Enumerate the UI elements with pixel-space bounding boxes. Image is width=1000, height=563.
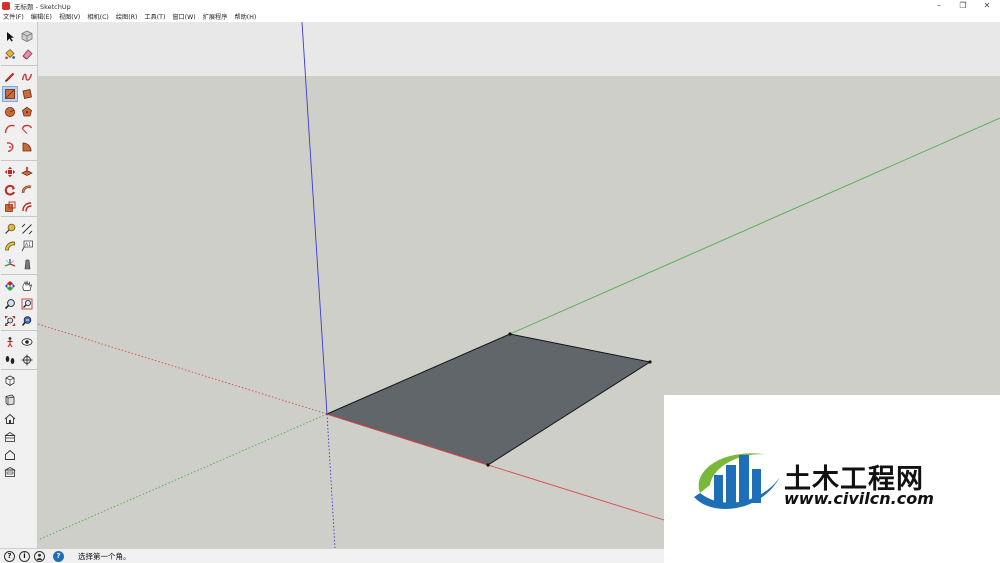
rectangle-tool-icon[interactable] [2,86,18,102]
pan-hand-icon[interactable] [20,279,34,293]
dimension-icon[interactable] [20,222,34,236]
previous-view-icon[interactable] [20,314,34,328]
text-label-icon[interactable]: A1 [20,239,34,253]
rotated-rectangle-icon[interactable] [20,87,34,101]
eraser-icon[interactable] [20,47,34,61]
close-button[interactable]: ✕ [976,0,998,11]
section-plane-icon[interactable] [20,353,34,367]
zoom-window-icon[interactable] [20,297,34,311]
toolbar-separator [1,330,37,331]
walk-footprints-icon[interactable] [3,353,17,367]
large-tool-set-toolbar: A1 [0,22,38,548]
svg-text:A1: A1 [25,242,31,248]
status-message: 选择第一个角。 [78,551,131,561]
sketchup-app-icon [2,1,10,10]
menu-help[interactable]: 帮助(H) [234,12,256,21]
paint-bucket-icon[interactable] [3,47,17,61]
watermark: 土木工程网 www.civilcn.com [664,395,1000,563]
menu-camera[interactable]: 相机(C) [87,12,109,21]
arc-tool-icon[interactable] [3,122,17,136]
preview-model-icon[interactable] [3,465,17,479]
3d-text-icon[interactable] [20,257,34,271]
follow-me-icon[interactable] [20,183,34,197]
menu-tools[interactable]: 工具(T) [144,12,165,21]
pie-tool-icon[interactable] [20,140,34,154]
three-point-arc-icon[interactable] [3,140,17,154]
two-point-arc-icon[interactable] [20,122,34,136]
extension-warehouse-icon[interactable] [3,393,17,407]
vertex-point [486,463,490,467]
share-model-icon[interactable] [3,430,17,444]
protractor-icon[interactable] [3,239,17,253]
3d-warehouse-icon[interactable] [3,374,17,388]
menu-draw[interactable]: 绘图(R) [116,12,138,21]
line-pencil-icon[interactable] [3,70,17,84]
zoom-icon[interactable] [3,297,17,311]
offset-tool-icon[interactable] [20,200,34,214]
scale-tool-icon[interactable] [3,200,17,214]
toolbar-separator [1,160,37,161]
watermark-url: www.civilcn.com [784,489,934,508]
title-bar: 无标题 - SketchUp – ❐ ✕ [0,0,1000,11]
zoom-extents-icon[interactable] [3,314,17,328]
menu-extensions[interactable]: 扩展程序 [203,12,228,21]
component-tool-icon[interactable] [20,29,34,43]
vertex-point [648,360,652,364]
toolbar-separator [1,274,37,275]
orbit-icon[interactable] [3,279,17,293]
minimize-button[interactable]: – [928,0,950,11]
window-title: 无标题 - SketchUp [14,2,71,11]
toolbar-separator [1,369,37,370]
user-icon[interactable] [34,550,45,562]
circle-tool-icon[interactable] [3,105,17,119]
push-pull-icon[interactable] [20,165,34,179]
civilcn-logo-icon [694,453,780,509]
outliner-house-icon[interactable] [3,448,17,462]
info-icon[interactable]: i [19,550,30,562]
restore-button[interactable]: ❐ [952,0,974,11]
geo-location-icon[interactable]: ? [4,550,15,562]
move-tool-icon[interactable] [3,165,17,179]
look-around-icon[interactable] [20,335,34,349]
vertex-point [508,332,512,336]
axes-tool-icon[interactable] [3,257,17,271]
help-icon[interactable]: ? [53,550,64,562]
sky [38,22,1000,76]
menu-bar: 文件(F) 编辑(E) 视图(V) 相机(C) 绘图(R) 工具(T) 窗口(W… [0,11,1000,22]
position-camera-icon[interactable] [3,335,17,349]
menu-edit[interactable]: 编辑(E) [31,12,52,21]
tape-measure-icon[interactable] [3,222,17,236]
menu-window[interactable]: 窗口(W) [172,12,195,21]
toolbar-separator [1,216,37,217]
polygon-tool-icon[interactable] [20,105,34,119]
freehand-icon[interactable] [20,70,34,84]
home-icon[interactable] [3,412,17,426]
menu-view[interactable]: 视图(V) [59,12,80,21]
rotate-tool-icon[interactable] [3,183,17,197]
select-tool-icon[interactable] [3,29,17,43]
toolbar-separator [1,65,37,66]
menu-file[interactable]: 文件(F) [3,12,24,21]
